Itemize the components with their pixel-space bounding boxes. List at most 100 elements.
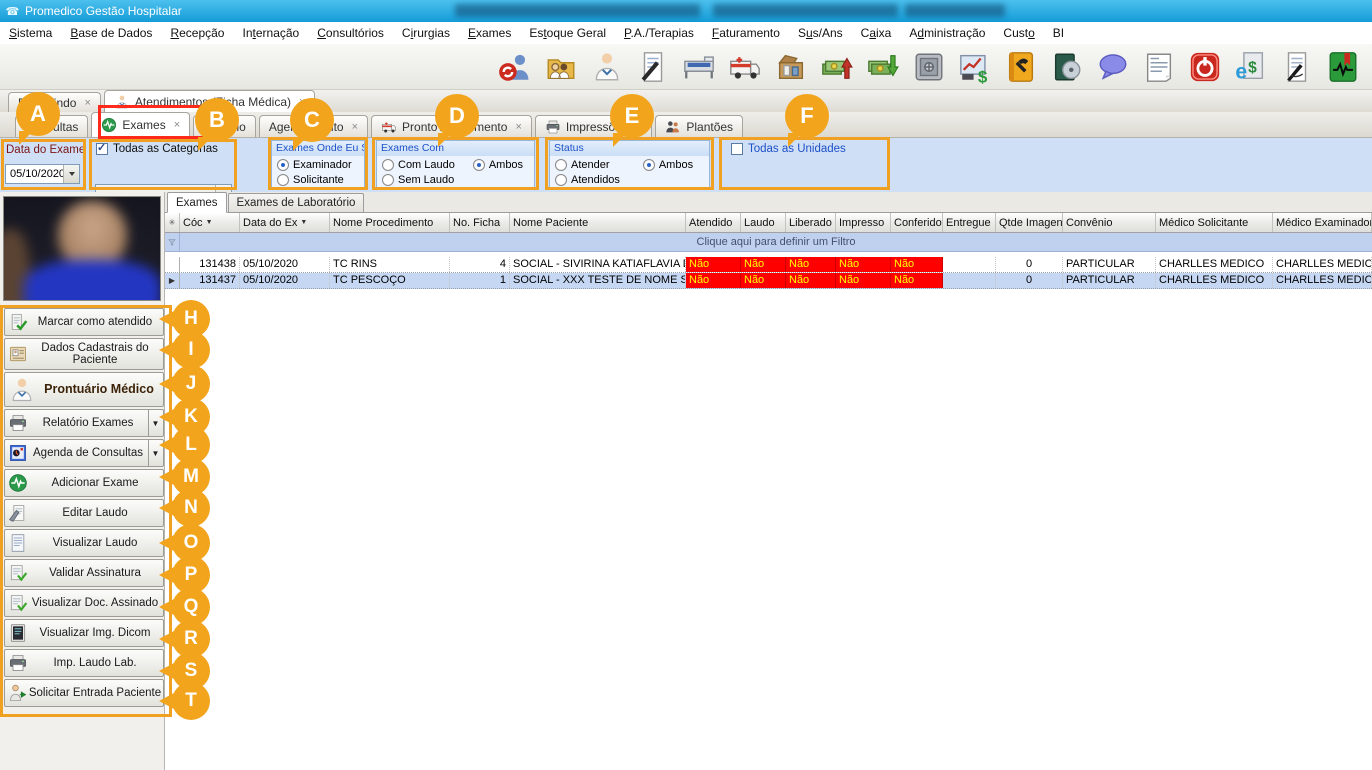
power-off-icon[interactable] <box>1188 50 1222 84</box>
annotation-badge-B: B <box>195 98 239 142</box>
row-selector: ▶ <box>165 273 180 288</box>
menu-item-consultorios[interactable]: Consultórios <box>308 23 393 43</box>
pharmacy-icon[interactable] <box>774 50 808 84</box>
ambulance-icon <box>381 119 397 135</box>
app-icon: ☎ <box>5 4 20 19</box>
close-icon[interactable]: × <box>515 121 521 133</box>
hospital-bed-icon[interactable] <box>682 50 716 84</box>
column-header-liberado[interactable]: Liberado <box>786 213 836 232</box>
menu-item-sus-ans[interactable]: Sus/Ans <box>789 23 852 43</box>
annotation-badge-C: C <box>290 98 334 142</box>
row-selector <box>165 257 180 272</box>
column-header-medico-examinador[interactable]: Médico Examinador <box>1273 213 1372 232</box>
column-header-atendido[interactable]: Atendido <box>686 213 741 232</box>
tab-label: Plantões <box>686 120 733 134</box>
filter-row-text: Clique aqui para definir um Filtro <box>180 233 1372 251</box>
column-header-entregue[interactable]: Entregue <box>943 213 996 232</box>
column-label: ✳ <box>169 218 176 227</box>
column-label: Médico Solicitante <box>1159 217 1248 229</box>
column-header-qtde-imagens[interactable]: Qtde Imagens <box>996 213 1063 232</box>
tab-exames[interactable]: Exames <box>167 192 227 213</box>
svg-text:$: $ <box>978 67 988 83</box>
menu-item-custo[interactable]: Custo <box>994 23 1043 43</box>
cell-impresso: Não <box>836 257 891 272</box>
sync-patients-icon[interactable] <box>498 50 532 84</box>
doctor-icon[interactable] <box>590 50 624 84</box>
column-header-medico-solicitante[interactable]: Médico Solicitante <box>1156 213 1273 232</box>
sort-descending-icon[interactable]: ▼ <box>300 219 307 226</box>
cell-qtde-imagens: 0 <box>996 257 1063 272</box>
exam-grid: Exames Exames de Laboratório ✳ Cóc▼Data d… <box>165 192 1372 770</box>
cell-qtde-imagens: 0 <box>996 273 1063 288</box>
cell-medico-examinador: CHARLLES MEDICO <box>1273 257 1372 272</box>
tab-plantoes[interactable]: Plantões <box>655 115 743 137</box>
column-header-convenio[interactable]: Convênio <box>1063 213 1156 232</box>
column-label: Impresso <box>839 217 884 229</box>
menu-item-p-a-terapias[interactable]: P.A./Terapias <box>615 23 703 43</box>
menu-item-faturamento[interactable]: Faturamento <box>703 23 789 43</box>
safe-icon[interactable] <box>912 50 946 84</box>
column-label: Conferido <box>894 217 942 229</box>
column-header-impresso[interactable]: Impresso <box>836 213 891 232</box>
close-icon[interactable]: × <box>84 97 90 109</box>
table-row[interactable]: 13143805/10/2020TC RINS4SOCIAL - SIVIRIN… <box>165 257 1372 273</box>
column-header-nome-paciente[interactable]: Nome Paciente <box>510 213 686 232</box>
chat-icon[interactable] <box>1096 50 1130 84</box>
column-header-data-do-ex[interactable]: Data do Ex▼ <box>240 213 330 232</box>
menu-item-base-de-dados[interactable]: Base de Dados <box>61 23 161 43</box>
column-header-nome-procedimento[interactable]: Nome Procedimento <box>330 213 450 232</box>
column-label: Convênio <box>1066 217 1112 229</box>
column-label: Médico Examinador <box>1276 217 1372 229</box>
annotation-badge-A: A <box>16 92 60 136</box>
table-row[interactable]: ▶13143705/10/2020TC PESCOÇO1SOCIAL - XXX… <box>165 273 1372 289</box>
cell-liberado: Não <box>786 273 836 288</box>
redacted-text <box>905 4 1005 17</box>
column-header-laudo[interactable]: Laudo <box>741 213 786 232</box>
patient-records-icon[interactable] <box>544 50 578 84</box>
menu-item-caixa[interactable]: Caixa <box>852 23 901 43</box>
menu-item-bi[interactable]: BI <box>1044 23 1073 43</box>
menu-item-estoque-geral[interactable]: Estoque Geral <box>520 23 615 43</box>
menu-item-administracao[interactable]: Administração <box>900 23 994 43</box>
media-book-icon[interactable] <box>1050 50 1084 84</box>
cash-out-icon[interactable] <box>866 50 900 84</box>
column-label: Nome Paciente <box>513 217 588 229</box>
cell-nome-procedimento: TC PESCOÇO <box>330 273 450 288</box>
health-log-icon[interactable] <box>1326 50 1360 84</box>
cell-laudo: Não <box>741 273 786 288</box>
cell-atendido: Não <box>686 273 741 288</box>
ambulance-icon[interactable] <box>728 50 762 84</box>
cell-laudo: Não <box>741 257 786 272</box>
window-title: Promedico Gestão Hospitalar <box>25 4 182 18</box>
annotation-badge-N: N <box>172 489 210 527</box>
cell-conferido: Não <box>891 257 943 272</box>
column-header-no-ficha[interactable]: No. Ficha <box>450 213 510 232</box>
redacted-text <box>455 4 700 17</box>
signed-document-icon[interactable] <box>1280 50 1314 84</box>
column-header-conferido[interactable]: Conferido <box>891 213 943 232</box>
cash-in-icon[interactable] <box>820 50 854 84</box>
menu-item-exames[interactable]: Exames <box>459 23 520 43</box>
grid-filter-row[interactable]: Clique aqui para definir um Filtro <box>165 233 1372 252</box>
phone-book-icon[interactable] <box>1004 50 1038 84</box>
contract-icon[interactable] <box>636 50 670 84</box>
sort-descending-icon[interactable]: ▼ <box>206 219 213 226</box>
menu-item-sistema[interactable]: Sistema <box>0 23 61 43</box>
cell-liberado: Não <box>786 257 836 272</box>
grid-header: ✳ Cóc▼Data do Ex▼Nome ProcedimentoNo. Fic… <box>165 213 1372 233</box>
callout-categories <box>89 139 237 190</box>
e-billing-icon[interactable]: $e <box>1234 50 1268 84</box>
menu-item-recepcao[interactable]: Recepção <box>161 23 233 43</box>
cell-atendido: Não <box>686 257 741 272</box>
column-header-row-selector[interactable]: ✳ <box>165 213 180 232</box>
menu-item-cirurgias[interactable]: Cirurgias <box>393 23 459 43</box>
menu-item-internacao[interactable]: Internação <box>233 23 308 43</box>
column-label: No. Ficha <box>453 217 500 229</box>
redacted-text <box>713 4 898 17</box>
invoice-icon[interactable] <box>1142 50 1176 84</box>
tab-exames-de-laboratorio[interactable]: Exames de Laboratório <box>228 193 365 212</box>
column-header-coc[interactable]: Cóc▼ <box>180 213 240 232</box>
cell-nome-paciente: SOCIAL - XXX TESTE DE NOME SOCIAL XXX <box>510 273 686 288</box>
close-icon[interactable]: × <box>352 121 358 133</box>
finance-chart-icon[interactable]: $ <box>958 50 992 84</box>
